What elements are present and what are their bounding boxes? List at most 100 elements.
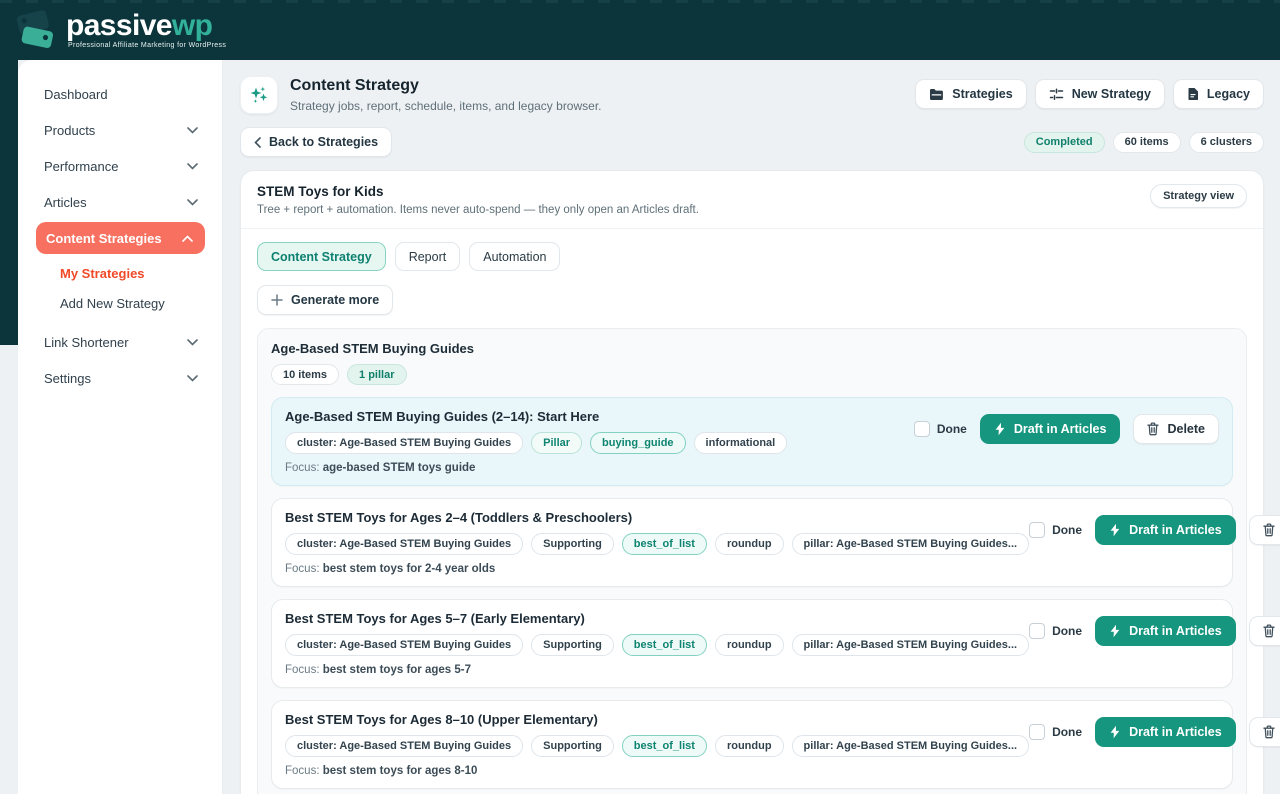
tag-pill: Supporting <box>531 735 614 757</box>
chevron-left-icon <box>254 137 261 148</box>
tag-pill: pillar: Age-Based STEM Buying Guides... <box>792 735 1030 757</box>
brand-tagline: Professional Affiliate Marketing for Wor… <box>66 42 226 49</box>
tag-pill: roundup <box>715 533 784 555</box>
strategy-item-card: Best STEM Toys for Ages 5–7 (Early Eleme… <box>271 599 1233 688</box>
sidebar-item-label: Dashboard <box>44 87 108 102</box>
focus-value: best stem toys for ages 8-10 <box>323 765 478 777</box>
sidebar-subitem-label: Add New Strategy <box>60 296 165 311</box>
sidebar-item-label: Products <box>44 123 95 138</box>
chevron-up-icon <box>182 235 193 242</box>
tag-pill: pillar: Age-Based STEM Buying Guides... <box>792 634 1030 656</box>
sidebar-item-products[interactable]: Products <box>18 112 222 148</box>
button-label: Draft in Articles <box>1129 624 1222 638</box>
bolt-icon <box>994 422 1006 436</box>
strategy-subtitle: Tree + report + automation. Items never … <box>257 204 699 216</box>
item-tags: cluster: Age-Based STEM Buying GuidesSup… <box>285 735 1029 757</box>
button-label: Draft in Articles <box>1129 523 1222 537</box>
bolt-icon <box>1109 523 1121 537</box>
button-label: Draft in Articles <box>1014 422 1107 436</box>
done-checkbox[interactable] <box>1029 522 1045 538</box>
done-toggle[interactable]: Done <box>1029 522 1082 538</box>
draft-in-articles-button[interactable]: Draft in Articles <box>980 414 1121 444</box>
cluster-items: Age-Based STEM Buying Guides (2–14): Sta… <box>271 397 1233 794</box>
item-title: Best STEM Toys for Ages 2–4 (Toddlers & … <box>285 510 1029 525</box>
button-label: Delete <box>1167 422 1205 436</box>
item-actions: Done Draft in Articles Delete <box>1029 611 1280 646</box>
delete-button[interactable]: Delete <box>1249 515 1280 545</box>
chevron-down-icon <box>187 339 198 346</box>
done-toggle[interactable]: Done <box>1029 724 1082 740</box>
strategies-button[interactable]: Strategies <box>915 79 1026 109</box>
tab-report[interactable]: Report <box>395 242 461 271</box>
done-toggle[interactable]: Done <box>914 421 967 437</box>
tab-automation[interactable]: Automation <box>469 242 560 271</box>
done-toggle[interactable]: Done <box>1029 623 1082 639</box>
delete-button[interactable]: Delete <box>1249 616 1280 646</box>
done-checkbox[interactable] <box>1029 724 1045 740</box>
sidebar-item-add-new-strategy[interactable]: Add New Strategy <box>18 288 222 318</box>
item-tags: cluster: Age-Based STEM Buying Guides Pil… <box>285 432 787 454</box>
item-tags: cluster: Age-Based STEM Buying Guides Sup… <box>285 533 1029 555</box>
tag-pill: roundup <box>715 634 784 656</box>
cluster-title: Age-Based STEM Buying Guides <box>271 341 1233 356</box>
sidebar-item-content-strategies[interactable]: Content Strategies <box>36 222 205 254</box>
sidebar-item-articles[interactable]: Articles <box>18 184 222 220</box>
draft-in-articles-button[interactable]: Draft in Articles <box>1095 515 1236 545</box>
done-label: Done <box>1052 725 1082 739</box>
button-label: Draft in Articles <box>1129 725 1222 739</box>
done-checkbox[interactable] <box>914 421 930 437</box>
left-rail <box>0 60 18 794</box>
sidebar-item-label: Link Shortener <box>44 335 129 350</box>
sidebar-item-my-strategies[interactable]: My Strategies <box>18 258 222 288</box>
strategy-view-toggle[interactable]: Strategy view <box>1150 184 1247 208</box>
sidebar-item-performance[interactable]: Performance <box>18 148 222 184</box>
back-to-strategies-button[interactable]: Back to Strategies <box>240 127 392 157</box>
main-content: Content Strategy Strategy jobs, report, … <box>223 60 1280 794</box>
bolt-icon <box>1109 624 1121 638</box>
done-label: Done <box>1052 523 1082 537</box>
tag-pill: Supporting <box>531 533 614 555</box>
trash-icon <box>1263 523 1275 537</box>
tag-pill: Supporting <box>531 634 614 656</box>
page-subtitle: Strategy jobs, report, schedule, items, … <box>290 99 602 113</box>
item-focus: Focus: best stem toys for ages 5-7 <box>285 664 1029 676</box>
delete-button[interactable]: Delete <box>1249 717 1280 747</box>
draft-in-articles-button[interactable]: Draft in Articles <box>1095 616 1236 646</box>
item-focus: Focus: age-based STEM toys guide <box>285 462 787 474</box>
tag-pill: cluster: Age-Based STEM Buying Guides <box>285 533 523 555</box>
sidebar-item-settings[interactable]: Settings <box>18 360 222 396</box>
generate-more-button[interactable]: Generate more <box>257 285 393 315</box>
sliders-icon <box>1049 88 1064 101</box>
item-title: Age-Based STEM Buying Guides (2–14): Sta… <box>285 409 787 424</box>
sidebar-item-label: Performance <box>44 159 118 174</box>
chevron-down-icon <box>187 127 198 134</box>
status-badge-completed: Completed <box>1024 132 1105 153</box>
delete-button[interactable]: Delete <box>1133 414 1219 444</box>
tag-pill: best_of_list <box>622 735 707 757</box>
button-label: Legacy <box>1207 87 1250 101</box>
item-focus: Focus: best stem toys for ages 8-10 <box>285 765 1029 777</box>
legacy-button[interactable]: Legacy <box>1173 79 1264 109</box>
tag-pill: cluster: Age-Based STEM Buying Guides <box>285 634 523 656</box>
new-strategy-button[interactable]: New Strategy <box>1035 79 1165 109</box>
tab-content-strategy[interactable]: Content Strategy <box>257 242 386 271</box>
tag-pill: Pillar <box>531 432 582 454</box>
tag-pill: buying_guide <box>590 432 686 454</box>
button-label: New Strategy <box>1072 87 1151 101</box>
button-label: Back to Strategies <box>269 135 378 149</box>
folder-icon <box>929 88 944 101</box>
focus-label: Focus: <box>285 462 323 474</box>
tag-pill: best_of_list <box>622 634 707 656</box>
draft-in-articles-button[interactable]: Draft in Articles <box>1095 717 1236 747</box>
sidebar-item-link-shortener[interactable]: Link Shortener <box>18 324 222 360</box>
brand-logo[interactable]: passivewp Professional Affiliate Marketi… <box>14 9 226 51</box>
brand-name: passivewp <box>66 11 226 41</box>
tag-pill: informational <box>694 432 788 454</box>
tag-pill: best_of_list <box>622 533 707 555</box>
plus-icon <box>271 294 283 306</box>
sidebar-item-label: Content Strategies <box>46 231 162 246</box>
done-checkbox[interactable] <box>1029 623 1045 639</box>
tag-pill: cluster: Age-Based STEM Buying Guides <box>285 432 523 454</box>
sidebar-item-dashboard[interactable]: Dashboard <box>18 76 222 112</box>
focus-label: Focus: <box>285 664 323 676</box>
